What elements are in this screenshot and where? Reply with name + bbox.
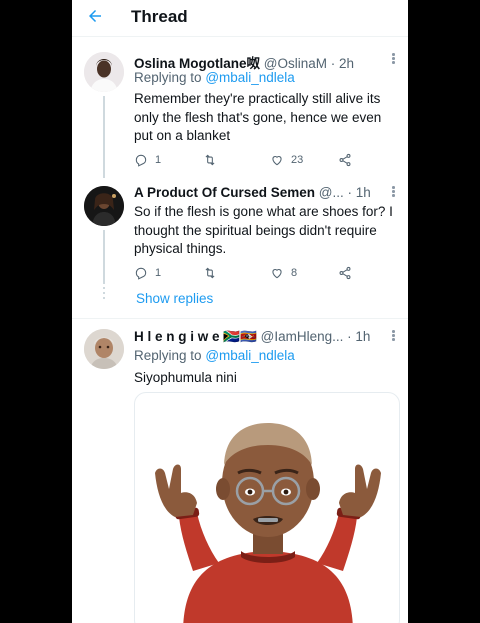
show-replies-link[interactable]: Show replies <box>136 291 213 306</box>
flag-emoji: 🇿🇦🇸🇿 <box>223 329 257 344</box>
replying-to: Replying to @mbali_ndlela <box>134 348 295 363</box>
thread-line <box>103 96 105 178</box>
like-count: 23 <box>291 154 304 166</box>
tweet-text: So if the flesh is gone what are shoes f… <box>134 204 393 256</box>
tweet-actions: 1 23 <box>134 152 364 168</box>
reply-button[interactable]: 1 <box>134 265 161 281</box>
avatar[interactable] <box>84 52 124 92</box>
reply-count: 1 <box>155 154 162 166</box>
display-name[interactable]: Oslina Mogotlane <box>134 56 247 71</box>
top-bar: Thread <box>72 0 408 36</box>
avatar[interactable] <box>84 186 124 226</box>
name-suffix: 呶 <box>246 56 261 71</box>
share-icon <box>339 153 351 167</box>
page-title: Thread <box>131 7 188 26</box>
reply-count: 1 <box>155 267 162 279</box>
share-button[interactable] <box>338 152 359 168</box>
header-divider <box>72 36 408 37</box>
more-icon[interactable] <box>392 330 396 342</box>
reply-button[interactable]: 1 <box>134 152 161 168</box>
timestamp: · 1h <box>347 329 371 344</box>
tweet-media-image[interactable] <box>134 392 400 623</box>
more-icon[interactable] <box>392 53 396 65</box>
thread-dots <box>103 287 105 302</box>
handle[interactable]: @IamHleng... <box>261 329 344 344</box>
timestamp: · 2h <box>330 56 355 71</box>
retweet-button[interactable] <box>203 152 224 168</box>
retweet-icon <box>205 267 215 279</box>
tweet-actions: 1 8 <box>134 265 364 281</box>
timestamp: · 1h <box>347 185 371 200</box>
tweet-header: H l e n g i w e 🇿🇦🇸🇿 @IamHleng... · 1h <box>134 329 402 345</box>
like-icon <box>272 156 282 166</box>
more-icon[interactable] <box>392 186 396 198</box>
display-name[interactable]: H l e n g i w e <box>134 329 220 344</box>
tweet-divider <box>72 318 408 319</box>
handle[interactable]: @... <box>319 185 344 200</box>
like-button[interactable]: 8 <box>270 265 297 281</box>
mention-link[interactable]: @mbali_ndlela <box>205 348 295 363</box>
shrug-memoji-image <box>155 423 381 623</box>
avatar[interactable] <box>84 329 124 369</box>
tweet-text: Siyophumula nini <box>134 370 237 385</box>
tweet-text: Remember they're practically still alive… <box>134 91 382 143</box>
display-name[interactable]: A Product Of Cursed Semen <box>134 185 315 200</box>
tweet-header: Oslina Mogotlane呶 @OslinaM · 2h <box>134 52 402 72</box>
thread-line <box>103 230 105 284</box>
reply-icon <box>135 267 147 280</box>
back-arrow-icon[interactable] <box>86 7 104 25</box>
share-icon <box>339 266 351 280</box>
like-count: 8 <box>291 267 298 279</box>
tweet-header: A Product Of Cursed Semen @... · 1h <box>134 185 402 200</box>
share-button[interactable] <box>338 265 359 281</box>
reply-icon <box>135 154 147 167</box>
like-button[interactable]: 23 <box>270 152 303 168</box>
handle[interactable]: @OslinaM <box>264 56 327 71</box>
mention-link[interactable]: @mbali_ndlela <box>205 70 295 85</box>
like-icon <box>272 269 282 279</box>
thread-screen: Thread Oslina Mogotlane呶 @OslinaM · 2h R… <box>72 0 408 623</box>
retweet-icon <box>205 154 215 166</box>
replying-to: Replying to @mbali_ndlela <box>134 70 295 85</box>
retweet-button[interactable] <box>203 265 224 281</box>
